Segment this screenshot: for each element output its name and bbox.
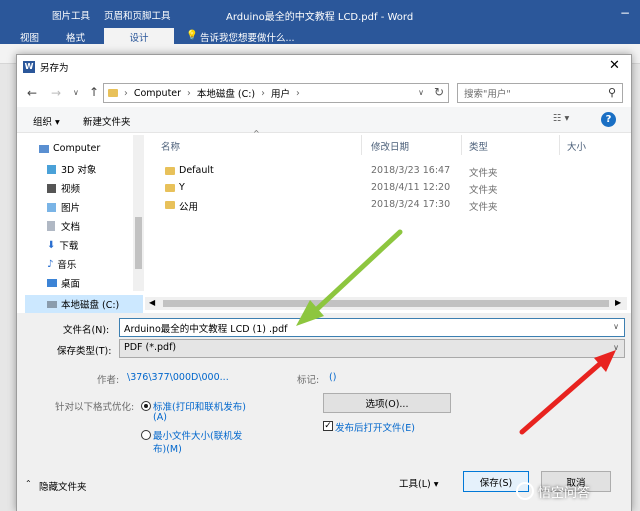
watermark-logo-icon <box>516 482 534 500</box>
watermark: 悟空问答 <box>516 480 590 502</box>
red-arrow <box>519 350 616 435</box>
watermark-text: 悟空问答 <box>538 485 591 501</box>
annotation-arrows <box>296 229 616 435</box>
green-arrow <box>296 229 403 326</box>
